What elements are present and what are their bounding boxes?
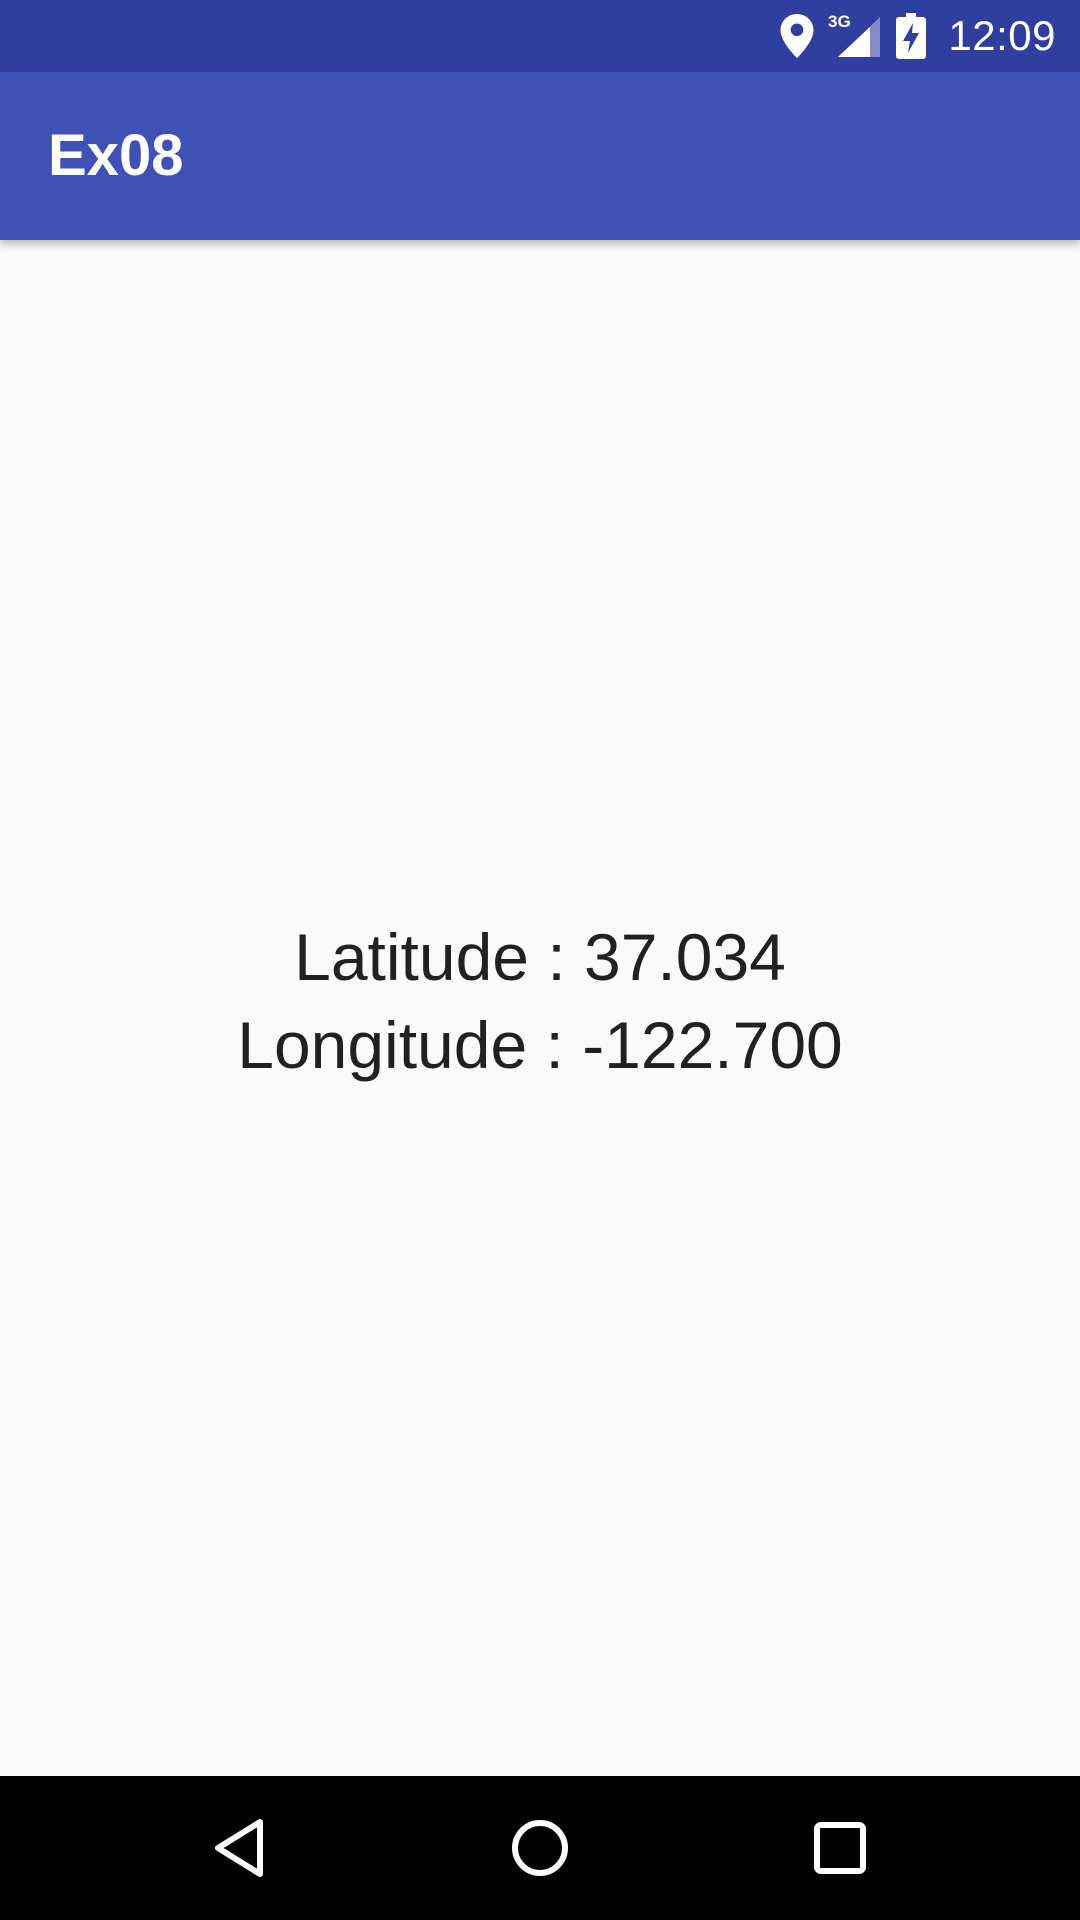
recents-button[interactable] xyxy=(768,1776,912,1920)
longitude-text: Longitude : -122.700 xyxy=(237,1008,843,1082)
location-icon xyxy=(780,14,814,58)
home-button[interactable] xyxy=(468,1776,612,1920)
back-button[interactable] xyxy=(168,1776,312,1920)
home-icon xyxy=(512,1820,568,1876)
latitude-text: Latitude : 37.034 xyxy=(294,920,786,994)
status-clock: 12:09 xyxy=(948,12,1056,59)
app-bar: Ex08 xyxy=(0,72,1080,240)
network-type-label: 3G xyxy=(828,13,851,31)
phone-screen: 3G 12:09 Ex08 Latitude : 37.034 Longitud… xyxy=(0,0,1080,1920)
app-title: Ex08 xyxy=(48,123,184,188)
back-icon xyxy=(215,1819,263,1877)
signal-3g-icon: 3G xyxy=(828,13,882,59)
main-content: Latitude : 37.034 Longitude : -122.700 xyxy=(0,240,1080,1776)
status-bar: 3G 12:09 xyxy=(0,0,1080,72)
status-icons: 3G 12:09 xyxy=(780,0,1056,72)
battery-charging-icon xyxy=(896,13,927,59)
location-display: Latitude : 37.034 Longitude : -122.700 xyxy=(237,913,843,1089)
navigation-bar xyxy=(0,1776,1080,1920)
recents-icon xyxy=(814,1822,866,1874)
